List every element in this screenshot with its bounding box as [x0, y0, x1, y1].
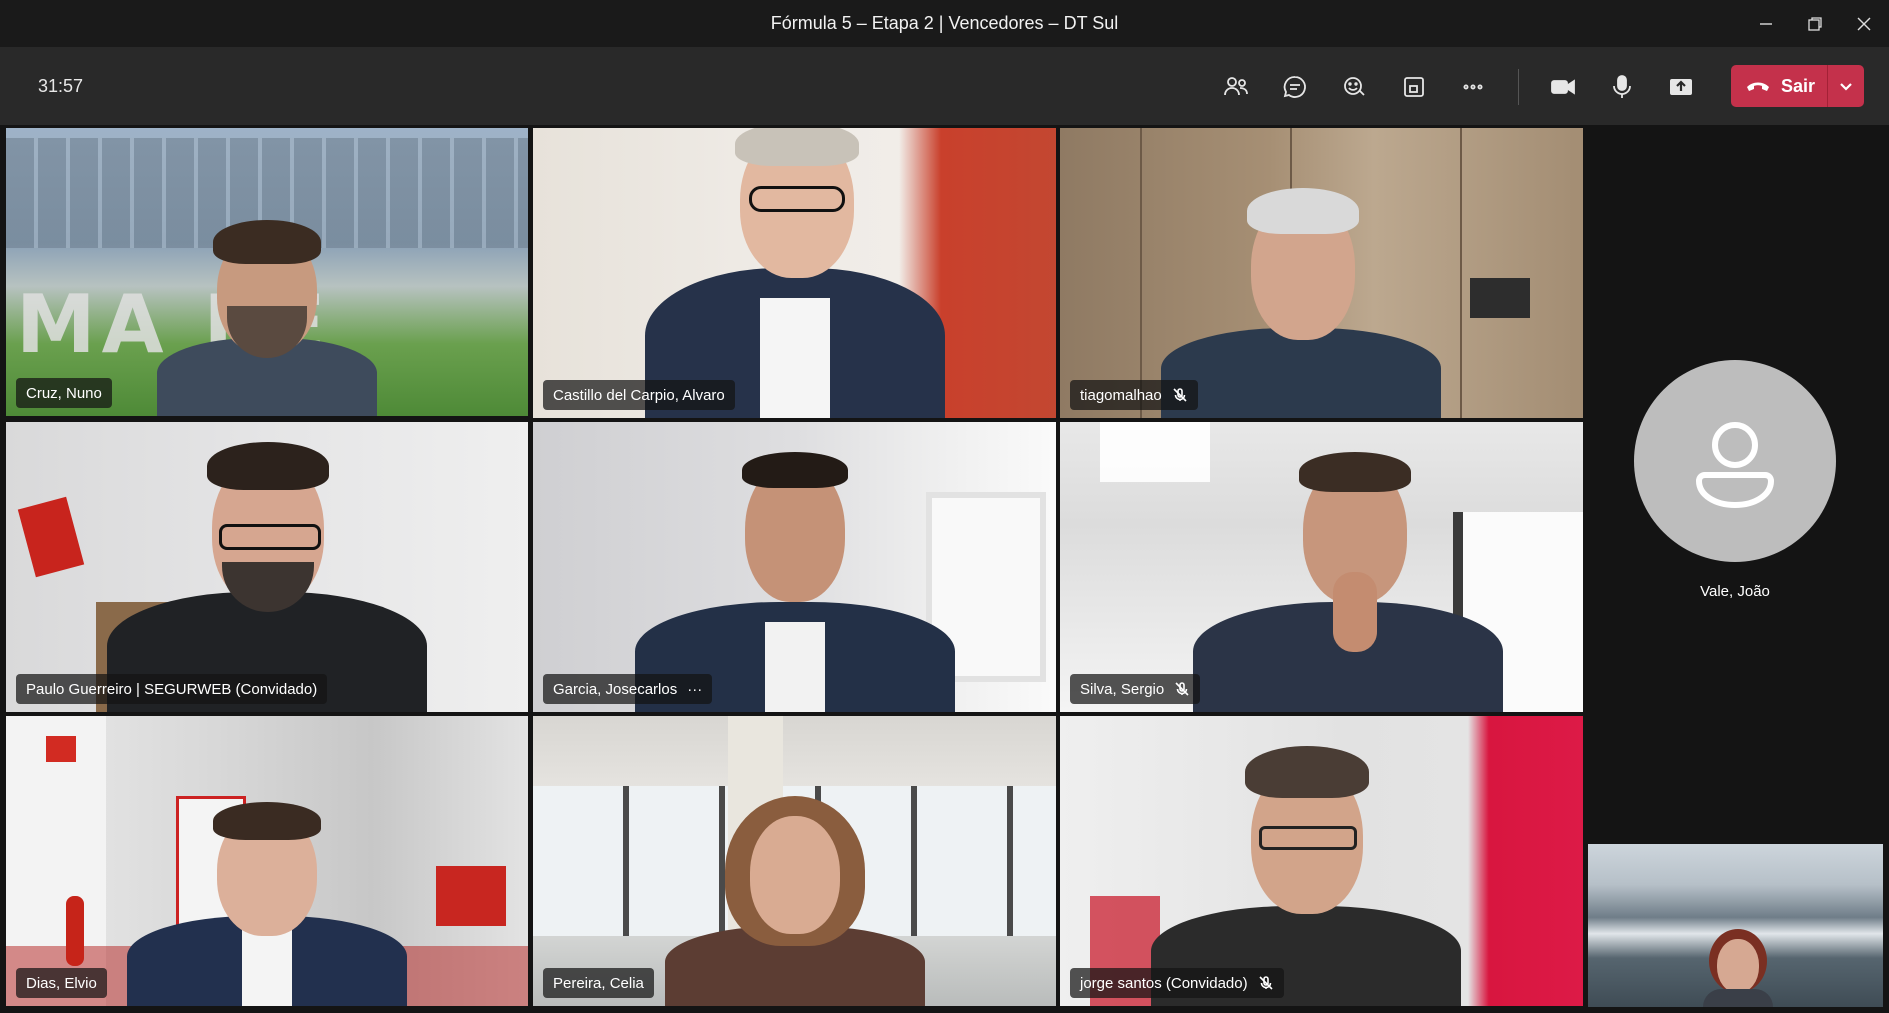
avatar-name: Vale, João	[1700, 583, 1770, 600]
more-icon[interactable]	[1451, 65, 1495, 109]
more-options-icon[interactable]: ···	[687, 681, 702, 698]
minimize-icon[interactable]	[1746, 10, 1786, 38]
meeting-toolbar: 31:57 Sair	[0, 47, 1889, 125]
hangup-icon	[1747, 82, 1769, 91]
participant-tile[interactable]: tiagomalhao	[1060, 128, 1583, 418]
title-bar: Fórmula 5 – Etapa 2 | Vencedores – DT Su…	[0, 0, 1889, 47]
participant-tile[interactable]: Silva, Sergio	[1060, 422, 1583, 712]
participant-tile[interactable]: Garcia, Josecarlos ···	[533, 422, 1056, 712]
participant-video	[635, 128, 955, 418]
people-icon[interactable]	[1214, 65, 1258, 109]
participant-name-tag: Castillo del Carpio, Alvaro	[543, 380, 735, 410]
participant-tile[interactable]: Dias, Elvio	[6, 716, 528, 1006]
participant-name-tag: jorge santos (Convidado)	[1070, 968, 1284, 998]
participant-name: Silva, Sergio	[1080, 680, 1165, 698]
restore-icon[interactable]	[1795, 10, 1835, 38]
participant-tile[interactable]: Castillo del Carpio, Alvaro	[533, 128, 1056, 418]
participant-tile[interactable]: MA RE Cruz, Nuno	[6, 128, 528, 416]
participant-name: Dias, Elvio	[26, 974, 97, 992]
rooms-icon[interactable]	[1392, 65, 1436, 109]
participant-name-tag: tiagomalhao	[1070, 380, 1198, 410]
participant-name-tag: Garcia, Josecarlos ···	[543, 674, 713, 704]
window-title: Fórmula 5 – Etapa 2 | Vencedores – DT Su…	[770, 13, 1119, 33]
leave-label: Sair	[1781, 75, 1816, 96]
participant-name: Cruz, Nuno	[26, 384, 102, 402]
participant-name: tiagomalhao	[1080, 386, 1162, 404]
avatar[interactable]	[1634, 360, 1836, 562]
participant-name-tag: Dias, Elvio	[16, 968, 107, 998]
participant-name: Castillo del Carpio, Alvaro	[553, 386, 725, 404]
participant-name: jorge santos (Convidado)	[1080, 974, 1248, 992]
participant-name-tag: Silva, Sergio	[1070, 674, 1201, 704]
participant-video	[655, 796, 935, 1006]
self-view-person	[1703, 929, 1773, 1007]
participant-name: Garcia, Josecarlos	[553, 680, 678, 698]
participant-video	[630, 452, 960, 712]
share-icon[interactable]	[1659, 65, 1703, 109]
participant-tile[interactable]: jorge santos (Convidado)	[1060, 716, 1583, 1006]
mic-off-icon	[1173, 388, 1187, 402]
camera-icon[interactable]	[1541, 65, 1585, 109]
participant-name-tag: Cruz, Nuno	[16, 378, 112, 408]
participant-name: Paulo Guerreiro | SEGURWEB (Convidado)	[26, 680, 318, 698]
meeting-timer: 31:57	[38, 76, 84, 96]
person-icon	[1695, 422, 1775, 509]
participant-name-tag: Paulo Guerreiro | SEGURWEB (Convidado)	[16, 674, 328, 704]
self-view-video[interactable]	[1588, 844, 1883, 1007]
chevron-down-icon[interactable]	[1828, 78, 1864, 94]
close-icon[interactable]	[1844, 10, 1884, 38]
mic-icon[interactable]	[1600, 65, 1644, 109]
chat-icon[interactable]	[1273, 65, 1317, 109]
leave-button[interactable]: Sair	[1731, 65, 1864, 107]
leave-main[interactable]: Sair	[1731, 65, 1827, 107]
mic-off-icon	[1175, 682, 1189, 696]
toolbar-divider	[1518, 69, 1519, 105]
participant-video	[1141, 746, 1471, 1006]
participant-video	[97, 442, 437, 712]
react-icon[interactable]	[1332, 65, 1376, 109]
participant-name-tag: Pereira, Celia	[543, 968, 654, 998]
participant-tile[interactable]: Pereira, Celia	[533, 716, 1056, 1006]
participant-video	[137, 206, 397, 416]
mic-off-icon	[1259, 976, 1273, 990]
participant-video	[1183, 452, 1513, 712]
participant-name: Pereira, Celia	[553, 974, 644, 992]
participant-video	[117, 802, 417, 1006]
participant-tile[interactable]: Paulo Guerreiro | SEGURWEB (Convidado)	[6, 422, 528, 712]
